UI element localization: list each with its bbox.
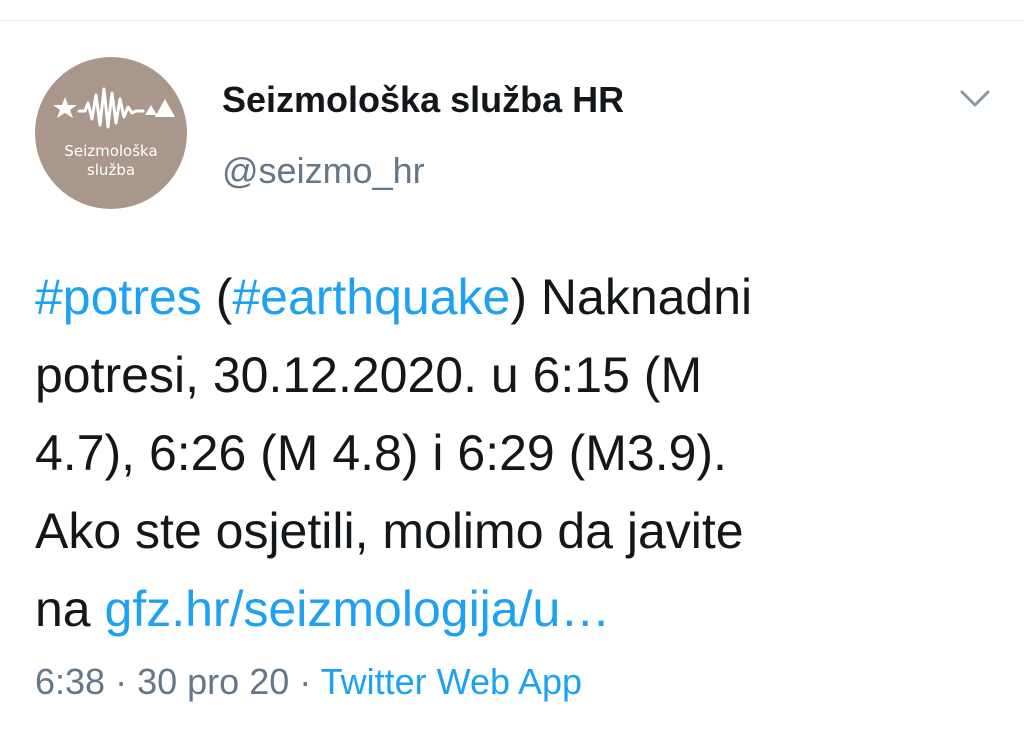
url-link[interactable]: gfz.hr/seizmologija/u… (105, 581, 611, 637)
tweet-time[interactable]: 6:38 (35, 661, 105, 702)
tweet-text: #potres (#earthquake) Naknadni potresi, … (35, 258, 995, 648)
tweet-meta: 6:38 · 30 pro 20 · Twitter Web App (35, 661, 582, 703)
top-divider (0, 20, 1024, 21)
tweet-date[interactable]: 30 pro 20 (137, 661, 289, 702)
open-paren: ( (215, 269, 233, 325)
tweet-text-segment: ) Naknadni (510, 269, 753, 325)
tweet-line-3: 4.7), 6:26 (M 4.8) i 6:29 (M3.9). (35, 425, 727, 481)
hashtag-potres-link[interactable]: #potres (35, 269, 202, 325)
tweet-line-2: potresi, 30.12.2020. u 6:15 (M (35, 347, 703, 403)
meta-separator: · (115, 661, 128, 702)
tweet-text-segment: na (35, 581, 91, 637)
tweet-line-5: na gfz.hr/seizmologija/u… (35, 570, 995, 648)
tweet-card: Seizmološka služba Seizmološka služba HR… (0, 0, 1024, 729)
meta-separator: · (299, 661, 312, 702)
display-name[interactable]: Seizmološka služba HR (222, 79, 624, 121)
hashtag-earthquake-link[interactable]: #earthquake (232, 269, 510, 325)
chevron-down-icon[interactable] (958, 86, 992, 112)
user-handle[interactable]: @seizmo_hr (222, 150, 425, 192)
tweet-line-1: #potres (#earthquake) Naknadni (35, 258, 995, 336)
avatar-label: Seizmološka služba (35, 142, 187, 180)
avatar-label-line2: služba (86, 161, 136, 179)
avatar-label-line1: Seizmološka (64, 142, 158, 160)
source-app-link[interactable]: Twitter Web App (321, 661, 582, 702)
tweet-line-4: Ako ste osjetili, molimo da javite (35, 503, 744, 559)
avatar[interactable]: Seizmološka služba (35, 57, 187, 209)
seismograph-logo-icon (53, 87, 175, 129)
